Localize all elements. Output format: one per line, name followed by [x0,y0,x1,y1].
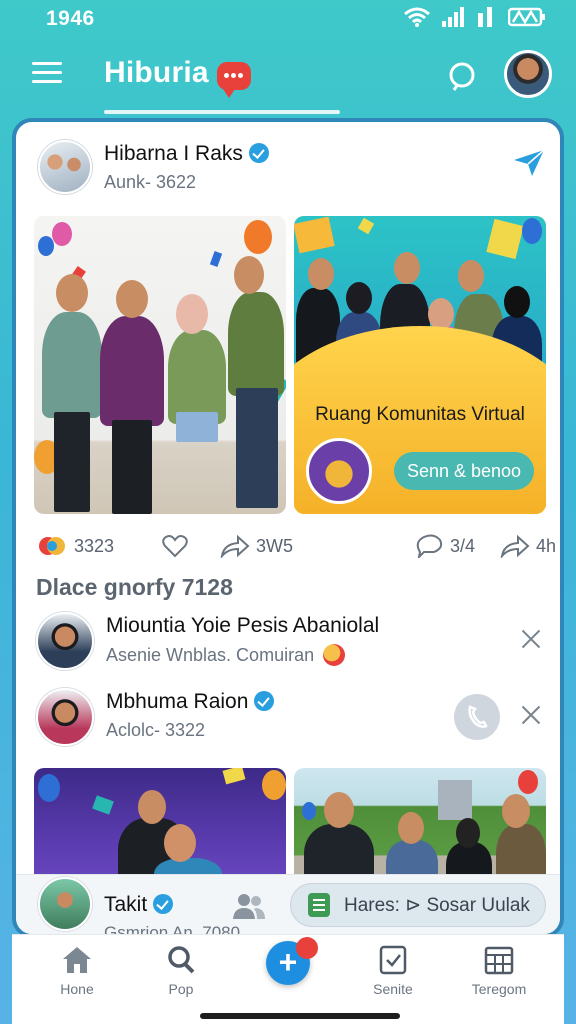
suggestion-sub: Asenie Wnblas. Comuiran [106,644,346,666]
suggestion-sub-label: Asenie Wnblas. Comuiran [106,645,315,665]
strip-name: Takit [104,893,174,917]
nav-senite[interactable]: Senite [348,945,438,997]
list-item[interactable]: Miountia Yoie Pesis Abaniolal Asenie Wnb… [34,610,554,676]
comment-icon [416,534,443,558]
post-image-right[interactable]: Ruang Komunitas Virtual Senn & benoo [294,216,546,514]
share-pill-label: Hares: ⊳ Sosar Uulak [344,895,530,916]
nav-teregom-label: Teregom [471,981,527,997]
reactions-button[interactable]: 3323 [38,534,114,558]
comments-count: 3/4 [450,535,476,556]
call-button[interactable] [454,694,500,740]
heart-icon[interactable] [162,534,188,558]
composer-strip: Takit Gsmrion An. 7080 Hares: ⊳ Sosar Uu… [16,874,560,934]
share-icon [220,534,250,558]
emoji-icon [323,644,346,666]
nav-teregom[interactable]: Teregom [454,945,544,997]
person-figure [42,312,102,418]
comment-button[interactable]: 3/4 [416,534,475,558]
post-image-left[interactable] [34,216,286,514]
status-bar: 1946 [0,0,576,36]
verified-icon [248,143,269,163]
bottom-nav: Hone Pop + Senite Teregom [12,934,564,1024]
forward-icon [500,534,530,558]
reactions-count: 3323 [74,535,115,556]
verified-icon [254,691,275,711]
nav-home[interactable]: Hone [32,945,122,997]
community-mascot-icon [306,438,372,504]
avatar[interactable] [38,877,92,931]
signal-icon-2 [478,7,492,27]
suggestion-name-label: Mbhuma Raion [106,690,249,713]
status-icons [404,7,546,27]
chat-bubble-icon [217,62,251,98]
strip-name-label: Takit [104,893,148,916]
menu-icon [32,62,62,65]
avatar [36,612,94,670]
document-icon [308,893,330,917]
menu-button[interactable] [32,62,64,88]
post-author-avatar[interactable] [38,140,92,194]
status-time: 1946 [46,7,95,30]
suggestion-sub: Aclolc- 3322 [106,720,206,740]
profile-avatar[interactable] [504,50,552,98]
post-author-label: Hibarna I Raks [104,142,243,165]
signal-icon [442,7,464,27]
home-icon [63,947,91,973]
search-icon [168,946,195,974]
app-title: Hiburia [104,56,209,89]
nav-pop-label: Pop [168,981,194,997]
feed-card: Hibarna I Raks Aunk- 3622 Ruang Komunita… [12,118,564,938]
nav-home-label: Hone [60,981,94,997]
post-author-name[interactable]: Hibarna I Raks [104,142,269,166]
dismiss-icon[interactable] [518,702,544,728]
avatar [36,688,94,746]
nav-pop[interactable]: Pop [136,945,226,997]
calendar-icon [484,946,514,975]
person-figure [168,330,226,424]
share-button[interactable]: 3W5 [220,534,293,558]
suggestion-name: Miountia Yoie Pesis Abaniolal [106,614,380,637]
post-time: 4h [536,535,557,556]
checklist-icon [379,945,407,975]
post-header: Hibarna I Raks Aunk- 3622 [34,136,554,200]
share-pill-button[interactable]: Hares: ⊳ Sosar Uulak [290,883,546,927]
list-item[interactable]: Mbhuma Raion Aclolc- 3322 [34,686,554,752]
notification-dot [296,937,318,959]
section-title: Dlace gnorfy 7128 [36,574,233,600]
battery-icon [508,7,545,27]
home-indicator [200,1013,400,1019]
community-join-button[interactable]: Senn & benoo [394,452,534,490]
verified-icon [153,894,174,914]
app-header: Hiburia [0,36,576,118]
dismiss-icon[interactable] [518,626,544,652]
create-post-button[interactable]: + [266,937,318,985]
reactions-icon [39,537,65,555]
wifi-icon [404,7,430,27]
suggestion-name: Mbhuma Raion [106,690,275,714]
person-figure [100,316,164,426]
search-icon[interactable] [446,60,480,94]
post-author-sub: Aunk- 3622 [104,172,197,192]
repost-button[interactable]: 4h [500,534,556,558]
people-icon[interactable] [232,891,266,921]
phone-icon [468,705,488,728]
community-caption: Ruang Komunitas Virtual [315,404,525,425]
header-tab-indicator [104,110,340,114]
send-icon[interactable] [512,148,546,178]
nav-senite-label: Senite [373,981,413,997]
post-actions: 3323 3W5 3/4 4h [34,530,556,564]
shares-count: 3W5 [256,535,294,556]
person-figure [228,292,284,396]
